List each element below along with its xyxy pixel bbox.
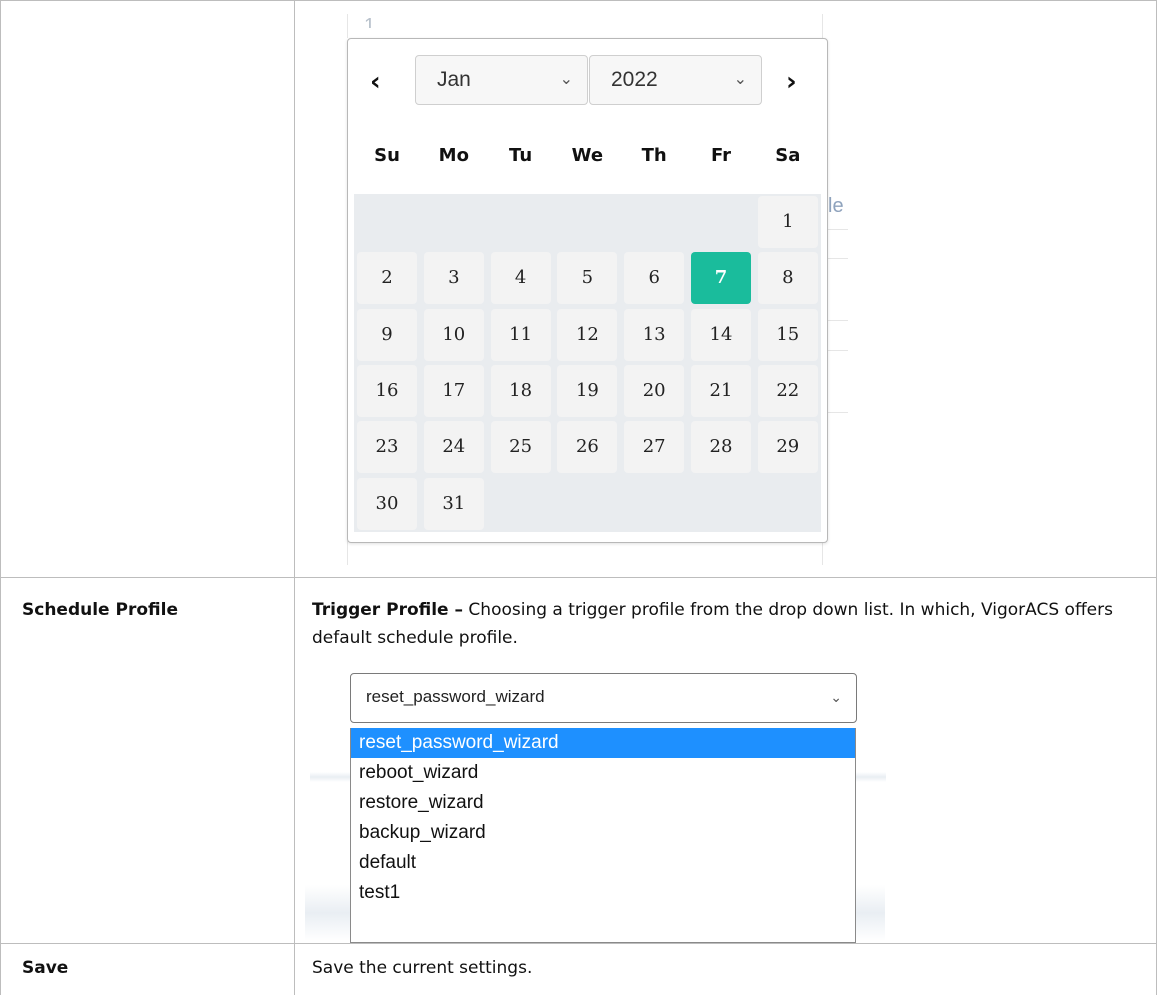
background-row-line: [826, 412, 848, 413]
day-cell[interactable]: 28: [691, 421, 751, 474]
day-cell[interactable]: 3: [423, 252, 484, 305]
row-description-save: Save the current settings.: [312, 958, 533, 978]
day-cell-selected[interactable]: 7: [691, 252, 751, 305]
day-cell[interactable]: 9: [357, 308, 417, 361]
table-column-divider: [294, 0, 295, 995]
day-cell[interactable]: 23: [357, 421, 417, 474]
day-cell[interactable]: 17: [423, 364, 484, 417]
day-cell[interactable]: 4: [490, 252, 551, 305]
dropdown-option[interactable]: reset_password_wizard: [351, 728, 855, 758]
dropdown-option[interactable]: default: [351, 848, 855, 878]
day-cell[interactable]: 24: [423, 421, 484, 474]
weekday-label: Su: [374, 145, 400, 166]
prev-month-button[interactable]: ‹: [370, 67, 381, 97]
row-label-schedule-profile: Schedule Profile: [22, 600, 178, 620]
table-border-top: [0, 0, 1157, 1]
dropdown-option[interactable]: restore_wizard: [351, 788, 855, 818]
day-cell[interactable]: 5: [557, 252, 618, 305]
day-cell[interactable]: 25: [490, 421, 551, 474]
background-row-line: [826, 350, 848, 351]
partial-date-field-text: 1: [364, 16, 376, 28]
weekday-label: Sa: [775, 145, 801, 166]
description-term: Trigger Profile –: [312, 600, 464, 620]
day-cell[interactable]: 30: [357, 477, 417, 530]
trigger-profile-select[interactable]: reset_password_wizard ⌄: [350, 673, 857, 723]
next-month-button[interactable]: ›: [786, 67, 797, 97]
day-cell[interactable]: 13: [624, 308, 685, 361]
year-select-value: 2022: [611, 68, 658, 91]
month-select[interactable]: Jan ⌄: [415, 55, 588, 105]
table-row-divider: [0, 577, 1157, 578]
background-row-line: [826, 320, 848, 321]
day-cell[interactable]: 27: [624, 421, 685, 474]
day-cell[interactable]: 1: [757, 196, 818, 248]
day-cell[interactable]: 31: [423, 477, 484, 530]
year-select[interactable]: 2022 ⌄: [589, 55, 762, 105]
background-row-line: [826, 229, 848, 230]
day-cell[interactable]: 18: [490, 364, 551, 417]
chevron-down-icon: ⌄: [830, 689, 842, 705]
field-border: [347, 14, 348, 38]
table-row-divider: [0, 943, 1157, 944]
weekday-label: We: [571, 145, 604, 166]
day-cell[interactable]: 6: [624, 252, 685, 305]
weekday-label: Th: [641, 145, 667, 166]
day-cell[interactable]: 15: [757, 308, 818, 361]
trigger-profile-options: reset_password_wizard reboot_wizard restor…: [350, 728, 856, 943]
day-cell[interactable]: 2: [357, 252, 417, 305]
field-border: [347, 541, 348, 565]
weekday-label: Tu: [509, 145, 533, 166]
field-border: [822, 14, 823, 38]
trigger-profile-select-value: reset_password_wizard: [366, 687, 545, 706]
day-cell[interactable]: 8: [757, 252, 818, 305]
datepicker-popup: ‹ Jan ⌄ 2022 ⌄ › Su Mo Tu We Th Fr Sa 12345678…: [347, 38, 828, 543]
background-row-line: [826, 258, 848, 259]
day-cell[interactable]: 21: [691, 364, 751, 417]
day-cell[interactable]: 16: [357, 364, 417, 417]
weekday-label: Mo: [438, 145, 469, 166]
row-description-schedule-profile: Trigger Profile – Choosing a trigger pro…: [312, 596, 1132, 652]
month-select-value: Jan: [437, 68, 471, 91]
dropdown-option[interactable]: test1: [351, 878, 855, 908]
day-cell[interactable]: 12: [557, 308, 618, 361]
row-label-save: Save: [22, 958, 69, 978]
day-cell[interactable]: 26: [557, 421, 618, 474]
day-cell[interactable]: 14: [691, 308, 751, 361]
day-cell[interactable]: 11: [490, 308, 551, 361]
dropdown-option[interactable]: backup_wizard: [351, 818, 855, 848]
weekday-label: Fr: [710, 145, 732, 166]
background-link-text: le: [828, 195, 844, 217]
day-cell[interactable]: 22: [757, 364, 818, 417]
day-cell[interactable]: 10: [423, 308, 484, 361]
chevron-down-icon: ⌄: [733, 71, 747, 88]
day-cell[interactable]: 19: [557, 364, 618, 417]
field-border: [822, 541, 823, 565]
dropdown-option[interactable]: reboot_wizard: [351, 758, 855, 788]
table-border-left: [0, 0, 1, 995]
chevron-down-icon: ⌄: [559, 71, 573, 88]
day-cell[interactable]: 20: [624, 364, 685, 417]
day-cell[interactable]: 29: [757, 421, 818, 474]
